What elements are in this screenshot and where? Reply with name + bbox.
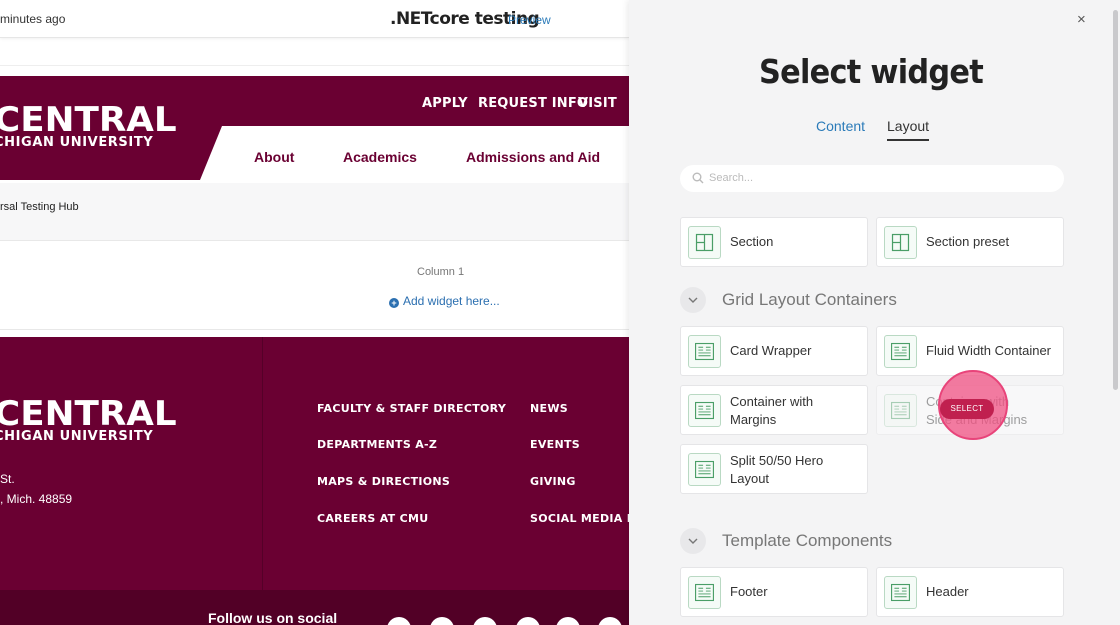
widget-label: Card Wrapper bbox=[730, 343, 812, 358]
widget-label: Section bbox=[730, 234, 774, 249]
section-layout-icon bbox=[688, 226, 721, 259]
select-widget-panel: × Select widget Content Layout Search...… bbox=[629, 0, 1120, 625]
widget-card-section-preset[interactable]: Section preset bbox=[876, 217, 1064, 267]
widget-card-footer[interactable]: Footer bbox=[680, 567, 868, 617]
widget-card-fluid-width-container[interactable]: Fluid Width Container bbox=[876, 326, 1064, 376]
page-editor-canvas: minutes ago .NETcore testing Preview CEN… bbox=[0, 0, 629, 625]
footer-link[interactable]: NEWS bbox=[530, 402, 568, 415]
container-icon bbox=[688, 335, 721, 368]
logo-subtitle: CHIGAN UNIVERSITY bbox=[0, 135, 154, 150]
footer-link[interactable]: CAREERS AT CMU bbox=[317, 512, 428, 525]
divider bbox=[0, 329, 629, 330]
column-dropzone bbox=[0, 241, 629, 336]
footer-link[interactable]: GIVING bbox=[530, 475, 576, 488]
utility-link-apply[interactable]: APPLY bbox=[422, 96, 468, 111]
tab-layout[interactable]: Layout bbox=[887, 118, 930, 141]
widget-label: Container with Margins bbox=[730, 394, 814, 427]
footer-address-line2: , Mich. 48859 bbox=[0, 492, 73, 506]
container-icon bbox=[688, 576, 721, 609]
widget-card-split-hero-layout[interactable]: Split 50/50 Hero Layout bbox=[680, 444, 868, 494]
panel-title: Select widget bbox=[759, 52, 984, 91]
nav-item-admissions[interactable]: Admissions and Aid bbox=[466, 149, 600, 165]
widget-label: Header bbox=[926, 584, 969, 599]
section-layout-icon bbox=[884, 226, 917, 259]
widget-card-header[interactable]: Header bbox=[876, 567, 1064, 617]
container-icon bbox=[884, 394, 917, 427]
divider bbox=[262, 337, 263, 590]
container-icon bbox=[688, 394, 721, 427]
container-icon bbox=[884, 335, 917, 368]
tab-content[interactable]: Content bbox=[816, 118, 865, 134]
widget-search-field[interactable]: Search... bbox=[680, 165, 1064, 192]
container-icon bbox=[688, 453, 721, 486]
widget-label: Footer bbox=[730, 584, 768, 599]
container-icon bbox=[884, 576, 917, 609]
utility-link-request-info[interactable]: REQUEST INFO bbox=[478, 96, 588, 111]
footer-link[interactable]: SOCIAL MEDIA DIR bbox=[530, 512, 629, 525]
footer-link[interactable]: EVENTS bbox=[530, 438, 580, 451]
utility-link-visit[interactable]: VISIT bbox=[578, 96, 617, 111]
search-placeholder: Search... bbox=[709, 172, 754, 184]
footer-link[interactable]: DEPARTMENTS A-Z bbox=[317, 438, 437, 451]
widget-label: Split 50/50 Hero Layout bbox=[730, 453, 824, 486]
nav-item-about[interactable]: About bbox=[254, 149, 294, 165]
editor-topbar: minutes ago .NETcore testing Preview bbox=[0, 0, 629, 38]
group-label: Template Components bbox=[722, 531, 893, 550]
widget-card-container-with-margins[interactable]: Container with Margins bbox=[680, 385, 868, 435]
select-widget-button[interactable]: SELECT bbox=[940, 399, 994, 419]
widget-label: Fluid Width Container bbox=[926, 343, 1051, 358]
last-saved-text: minutes ago bbox=[0, 12, 66, 26]
preview-link[interactable]: Preview bbox=[508, 13, 551, 27]
divider bbox=[0, 65, 629, 66]
widget-card-section[interactable]: Section bbox=[680, 217, 868, 267]
search-icon bbox=[692, 172, 704, 184]
footer-link[interactable]: FACULTY & STAFF DIRECTORY bbox=[317, 402, 506, 415]
footer-logo-wordmark[interactable]: CENTRAL bbox=[0, 394, 177, 434]
close-icon[interactable]: × bbox=[1077, 11, 1086, 28]
chevron-down-icon bbox=[680, 287, 706, 313]
nav-item-academics[interactable]: Academics bbox=[343, 149, 417, 165]
panel-scrollbar[interactable] bbox=[1113, 10, 1118, 390]
chevron-down-icon bbox=[680, 528, 706, 554]
site-footer bbox=[0, 337, 629, 590]
follow-social-text: Follow us on social bbox=[208, 610, 338, 625]
breadcrumb[interactable]: rsal Testing Hub bbox=[0, 201, 79, 213]
plus-icon: + bbox=[389, 298, 399, 308]
group-label: Grid Layout Containers bbox=[722, 290, 897, 309]
widget-card-card-wrapper[interactable]: Card Wrapper bbox=[680, 326, 868, 376]
footer-link[interactable]: MAPS & DIRECTIONS bbox=[317, 475, 450, 488]
footer-address-line1: St. bbox=[0, 472, 15, 486]
add-widget-label: Add widget here... bbox=[403, 294, 500, 308]
logo-wordmark[interactable]: CENTRAL bbox=[0, 100, 177, 140]
footer-logo-subtitle: CHIGAN UNIVERSITY bbox=[0, 429, 154, 444]
add-widget-button[interactable]: + Add widget here... bbox=[389, 294, 500, 308]
breadcrumb-bar bbox=[0, 183, 629, 241]
widget-label: Section preset bbox=[926, 234, 1010, 249]
column-title: Column 1 bbox=[417, 266, 465, 278]
